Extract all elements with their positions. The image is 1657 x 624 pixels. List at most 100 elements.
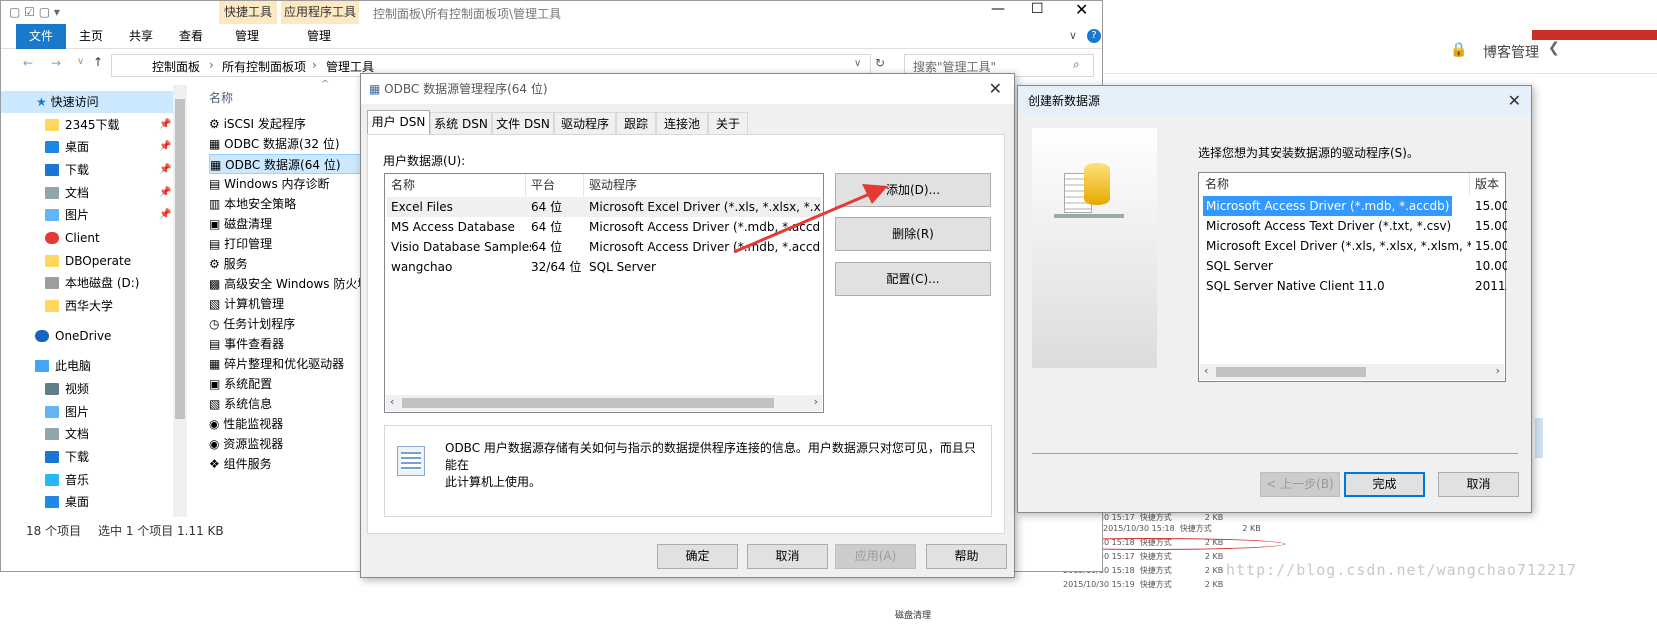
tab-tracing[interactable]: 跟踪: [616, 112, 656, 134]
file-item[interactable]: ▤ 打印管理: [209, 234, 364, 254]
tab-share[interactable]: 共享: [121, 24, 161, 49]
nav-documents[interactable]: 文档: [1, 182, 89, 204]
blog-red-button[interactable]: [1532, 30, 1657, 40]
driver-list[interactable]: 名称 版本 Microsoft Access Driver (*.mdb, *.…: [1198, 172, 1507, 382]
refresh-icon[interactable]: ↻: [875, 56, 885, 70]
tab-user-dsn[interactable]: 用户 DSN: [367, 110, 430, 135]
blog-manage-link[interactable]: 博客管理: [1483, 42, 1539, 62]
scroll-left-icon[interactable]: ‹: [1204, 364, 1208, 377]
scroll-right-icon[interactable]: ›: [814, 395, 818, 408]
nav-quick-access[interactable]: ★ 快速访问: [1, 91, 173, 113]
ribbon-expand-icon[interactable]: ∨: [1069, 29, 1077, 42]
nav-pictures[interactable]: 图片: [1, 204, 89, 226]
minimize-icon[interactable]: —: [991, 1, 1005, 17]
tab-manage-shortcut[interactable]: 管理: [223, 24, 271, 49]
tab-manage-app[interactable]: 管理: [293, 24, 345, 49]
dsn-name[interactable]: wangchao: [391, 257, 526, 277]
quick-access-toolbar-icon[interactable]: ▢ ☑ ▢ ▾: [9, 5, 60, 19]
cancel-button[interactable]: 取消: [747, 544, 828, 569]
nav-downloads[interactable]: 下载: [1, 159, 89, 181]
file-item[interactable]: ◉ 资源监视器: [209, 434, 364, 454]
nav-this-pc[interactable]: 此电脑: [1, 355, 91, 377]
recent-icon[interactable]: ∨: [77, 56, 84, 67]
driver-item[interactable]: Microsoft Access Text Driver (*.txt, *.c…: [1206, 216, 1471, 236]
file-item[interactable]: ⚙ iSCSI 发起程序: [209, 114, 364, 134]
nav-pictures-pc[interactable]: 图片: [1, 401, 89, 423]
apply-button[interactable]: 应用(A): [835, 544, 916, 569]
file-item[interactable]: ▩ 高级安全 Windows 防火墙: [209, 274, 364, 294]
file-item[interactable]: ◷ 任务计划程序: [209, 314, 364, 334]
finish-button[interactable]: 完成: [1344, 472, 1425, 497]
ok-button[interactable]: 确定: [657, 544, 738, 569]
file-item-selected[interactable]: ▦ ODBC 数据源(64 位): [209, 154, 364, 174]
search-icon[interactable]: ⌕: [1073, 57, 1080, 72]
driver-item[interactable]: SQL Server Native Client 11.0: [1206, 276, 1471, 296]
file-item[interactable]: ▣ 磁盘清理: [209, 214, 364, 234]
nav-music[interactable]: 音乐: [1, 469, 89, 491]
file-item[interactable]: ▣ 系统配置: [209, 374, 364, 394]
file-item[interactable]: ⚙ 服务: [209, 254, 364, 274]
driver-hscrollbar[interactable]: ‹ ›: [1200, 364, 1504, 380]
tab-file-dsn[interactable]: 文件 DSN: [492, 112, 554, 134]
pin-icon[interactable]: 📌: [159, 119, 171, 130]
tab-system-dsn[interactable]: 系统 DSN: [430, 112, 492, 134]
nav-disk-d[interactable]: 本地磁盘 (D:): [1, 272, 139, 294]
ctx-tab-shortcut[interactable]: 快捷工具: [219, 1, 277, 24]
nav-xihua[interactable]: 西华大学: [1, 295, 113, 317]
driver-item[interactable]: SQL Server: [1206, 256, 1471, 276]
crumb-control-panel[interactable]: 控制面板: [152, 58, 200, 75]
nav-videos[interactable]: 视频: [1, 378, 89, 400]
scroll-right-icon[interactable]: ›: [1496, 364, 1500, 377]
maximize-icon[interactable]: ☐: [1031, 1, 1044, 17]
crumb-all-items[interactable]: 所有控制面板项: [222, 58, 306, 75]
file-item[interactable]: ▧ 系统信息: [209, 394, 364, 414]
tab-drivers[interactable]: 驱动程序: [554, 112, 616, 134]
driver-item[interactable]: Microsoft Excel Driver (*.xls, *.xlsx, *…: [1206, 236, 1471, 256]
driver-item-selected[interactable]: Microsoft Access Driver (*.mdb, *.accdb): [1203, 196, 1453, 216]
list-hscrollbar[interactable]: ‹ ›: [386, 395, 822, 411]
tab-file[interactable]: 文件: [16, 24, 66, 49]
up-icon[interactable]: ↑: [93, 55, 103, 69]
file-item[interactable]: ▥ 本地安全策略: [209, 194, 364, 214]
nav-desktop-pc[interactable]: 桌面: [1, 491, 89, 513]
dsn-name[interactable]: MS Access Database: [391, 217, 526, 237]
back-icon[interactable]: ←: [23, 56, 33, 70]
file-item[interactable]: ▦ 碎片整理和优化驱动器: [209, 354, 364, 374]
nav-dboperate[interactable]: DBOperate: [1, 250, 131, 272]
tab-connection-pool[interactable]: 连接池: [656, 112, 708, 134]
pin-icon[interactable]: 📌: [159, 187, 171, 198]
nav-desktop[interactable]: 桌面: [1, 136, 89, 158]
help-icon[interactable]: ?: [1087, 29, 1101, 43]
pin-icon[interactable]: 📌: [159, 141, 171, 152]
col-platform[interactable]: 平台: [531, 174, 555, 196]
nav-scrollbar[interactable]: [173, 85, 187, 517]
col-name[interactable]: 名称: [391, 174, 415, 196]
pin-icon[interactable]: 📌: [159, 209, 171, 220]
file-item[interactable]: ▦ ODBC 数据源(32 位): [209, 134, 364, 154]
cancel-button[interactable]: 取消: [1438, 472, 1519, 497]
forward-icon[interactable]: →: [51, 56, 61, 70]
tab-home[interactable]: 主页: [71, 24, 111, 49]
back-button[interactable]: < 上一步(B): [1260, 472, 1340, 497]
file-item[interactable]: ▧ 计算机管理: [209, 294, 364, 314]
close-icon[interactable]: ✕: [989, 74, 1002, 104]
tab-view[interactable]: 查看: [171, 24, 211, 49]
close-icon[interactable]: ✕: [1508, 86, 1521, 116]
col-driver[interactable]: 驱动程序: [589, 174, 637, 196]
nav-onedrive[interactable]: OneDrive: [1, 325, 111, 347]
dsn-name[interactable]: Visio Database Samples: [391, 237, 531, 257]
file-item[interactable]: ▤ Windows 内存诊断: [209, 174, 364, 194]
column-name-header[interactable]: 名称: [209, 89, 233, 106]
file-item[interactable]: ▤ 事件查看器: [209, 334, 364, 354]
nav-documents-pc[interactable]: 文档: [1, 423, 89, 445]
file-item[interactable]: ❖ 组件服务: [209, 454, 364, 474]
pin-icon[interactable]: 📌: [159, 164, 171, 175]
tab-about[interactable]: 关于: [708, 112, 748, 134]
col-version[interactable]: 版本: [1475, 173, 1499, 195]
nav-downloads-pc[interactable]: 下载: [1, 446, 89, 468]
col-driver-name[interactable]: 名称: [1205, 173, 1229, 195]
close-icon[interactable]: ✕: [1075, 0, 1088, 19]
file-item[interactable]: ◉ 性能监视器: [209, 414, 364, 434]
help-button[interactable]: 帮助: [926, 544, 1007, 569]
ctx-tab-app[interactable]: 应用程序工具: [281, 1, 359, 24]
